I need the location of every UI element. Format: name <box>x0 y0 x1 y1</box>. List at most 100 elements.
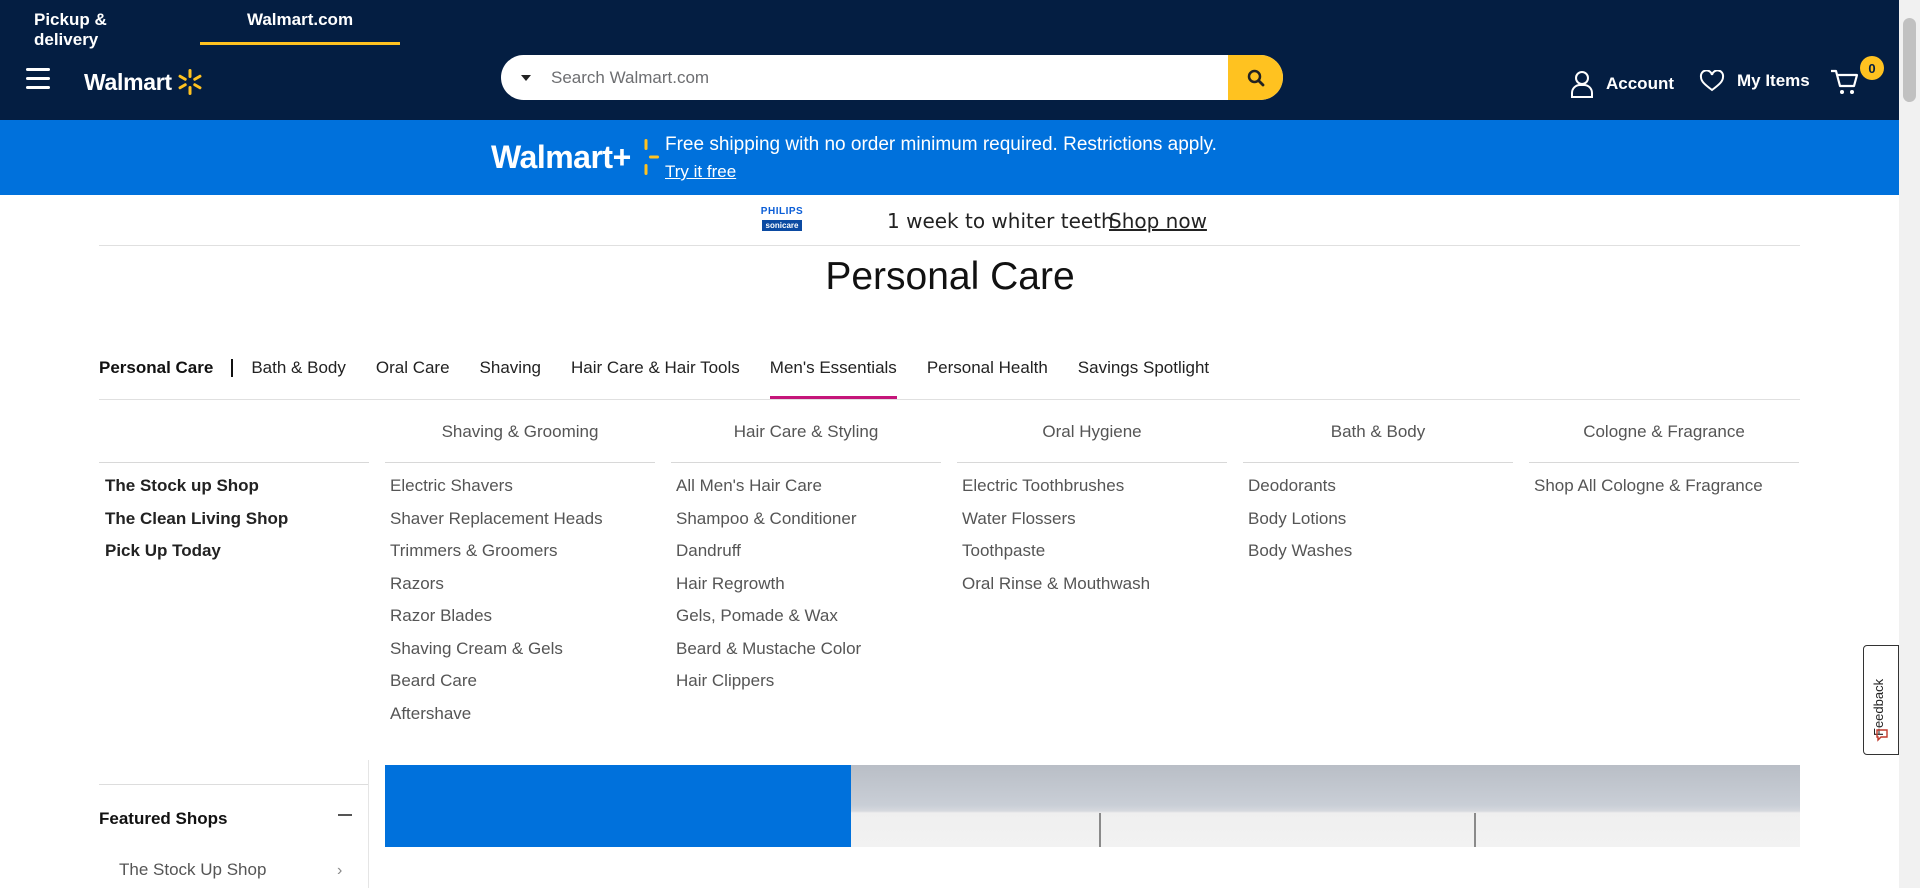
search-department-dropdown[interactable] <box>501 55 551 100</box>
column-heading-bath-body[interactable]: Bath & Body <box>1243 422 1513 442</box>
walmart-logo-text: Walmart <box>84 68 172 95</box>
menu-link[interactable]: Water Flossers <box>962 509 1150 542</box>
philips-sonicare-logo[interactable]: PHILIPS sonicare <box>759 206 805 240</box>
page-title: Personal Care <box>825 255 1075 298</box>
menu-link[interactable]: Electric Shavers <box>390 476 603 509</box>
menu-link[interactable]: Body Lotions <box>1248 509 1352 542</box>
column-divider <box>385 462 655 463</box>
category-nav-savings-spotlight[interactable]: Savings Spotlight <box>1078 358 1209 400</box>
column-heading-cologne-fragrance[interactable]: Cologne & Fragrance <box>1529 422 1799 442</box>
category-nav-personal-health[interactable]: Personal Health <box>927 358 1048 400</box>
menu-link[interactable]: Beard Care <box>390 671 603 704</box>
menu-link[interactable]: Beard & Mustache Color <box>676 639 861 672</box>
side-column-divider <box>99 462 369 463</box>
menu-link[interactable]: Toothpaste <box>962 541 1150 574</box>
feedback-tab[interactable]: Feedback <box>1863 645 1899 755</box>
ad-text: 1 week to whiter teeth <box>887 209 1114 233</box>
hero-banner-image[interactable] <box>851 765 1800 847</box>
column-heading-hair-care-styling[interactable]: Hair Care & Styling <box>671 422 941 442</box>
column-heading-oral-hygiene[interactable]: Oral Hygiene <box>957 422 1227 442</box>
menu-link[interactable]: Aftershave <box>390 704 603 737</box>
spark-icon <box>644 139 659 175</box>
chat-bubble-icon <box>1876 729 1888 742</box>
my-items-link[interactable]: My Items <box>1699 70 1810 92</box>
column-divider <box>1529 462 1799 463</box>
menu-link[interactable]: Gels, Pomade & Wax <box>676 606 861 639</box>
menu-link[interactable]: Razor Blades <box>390 606 603 639</box>
menu-link[interactable]: Dandruff <box>676 541 861 574</box>
menu-link[interactable]: Trimmers & Groomers <box>390 541 603 574</box>
category-nav-divider <box>99 399 1800 400</box>
account-link[interactable]: Account <box>1570 70 1674 98</box>
page-scrollbar[interactable] <box>1899 0 1920 888</box>
category-nav-oral-care[interactable]: Oral Care <box>376 358 450 400</box>
walmart-logo[interactable]: Walmart <box>84 68 204 96</box>
heart-icon <box>1699 70 1725 92</box>
side-link-stock-up-shop[interactable]: The Stock up Shop <box>105 476 288 509</box>
promo-message: Free shipping with no order minimum requ… <box>665 134 1217 155</box>
sidebar-divider <box>99 784 369 785</box>
menu-link[interactable]: Shampoo & Conditioner <box>676 509 861 542</box>
menu-link[interactable]: Shop All Cologne & Fragrance <box>1534 476 1763 509</box>
menu-link[interactable]: Hair Regrowth <box>676 574 861 607</box>
spark-icon <box>178 69 202 95</box>
category-nav-separator <box>231 359 234 377</box>
sidebar-item-stock-up-shop[interactable]: The Stock Up Shop <box>119 860 266 880</box>
account-icon <box>1571 71 1593 98</box>
menu-link[interactable]: Shaver Replacement Heads <box>390 509 603 542</box>
menu-link[interactable]: Body Washes <box>1248 541 1352 574</box>
search-bar <box>501 55 1283 100</box>
global-header: Pickup & delivery Walmart.com Walmart Se… <box>0 0 1899 120</box>
category-nav-mens-essentials[interactable]: Men's Essentials <box>769 358 897 400</box>
column-divider <box>957 462 1227 463</box>
column-list-bath-body: Deodorants Body Lotions Body Washes <box>1248 476 1352 574</box>
column-list-shaving-grooming: Electric Shavers Shaver Replacement Head… <box>390 476 603 736</box>
ad-divider <box>99 245 1800 246</box>
hamburger-menu-icon[interactable] <box>26 68 50 94</box>
column-divider <box>671 462 941 463</box>
featured-shops-heading[interactable]: Featured Shops <box>99 809 227 829</box>
menu-link[interactable]: Hair Clippers <box>676 671 861 704</box>
category-nav-shaving[interactable]: Shaving <box>480 358 541 400</box>
collapse-minus-icon[interactable] <box>338 814 352 816</box>
tab-pickup-delivery[interactable]: Pickup & delivery <box>0 0 200 49</box>
category-nav-bath-body[interactable]: Bath & Body <box>251 358 346 400</box>
search-icon <box>1247 69 1264 86</box>
sidebar-border <box>368 760 369 888</box>
hero-banner-panel[interactable] <box>385 765 851 847</box>
menu-link[interactable]: Shaving Cream & Gels <box>390 639 603 672</box>
menu-link[interactable]: Oral Rinse & Mouthwash <box>962 574 1150 607</box>
menu-link[interactable]: Electric Toothbrushes <box>962 476 1150 509</box>
column-list-cologne-fragrance: Shop All Cologne & Fragrance <box>1534 476 1763 509</box>
column-heading-shaving-grooming[interactable]: Shaving & Grooming <box>385 422 655 442</box>
column-divider <box>1243 462 1513 463</box>
column-list-oral-hygiene: Electric Toothbrushes Water Flossers Too… <box>962 476 1150 606</box>
walmart-plus-banner <box>0 120 1899 195</box>
search-input[interactable] <box>551 67 1228 88</box>
category-nav: Personal Care Bath & Body Oral Care Shav… <box>99 358 1239 400</box>
search-button[interactable] <box>1228 55 1283 100</box>
walmart-plus-logo: Walmart+ <box>491 137 659 177</box>
caret-down-icon <box>521 74 531 81</box>
cart-button[interactable] <box>1830 68 1860 101</box>
header-tabs: Pickup & delivery Walmart.com <box>0 0 400 49</box>
account-label: Account <box>1606 74 1674 93</box>
ad-shop-now-link[interactable]: Shop now <box>1109 209 1207 233</box>
cart-icon <box>1831 69 1859 94</box>
side-link-clean-living-shop[interactable]: The Clean Living Shop <box>105 509 288 542</box>
cart-count-badge: 0 <box>1860 56 1884 80</box>
column-list-hair-care-styling: All Men's Hair Care Shampoo & Conditione… <box>676 476 861 704</box>
category-nav-root[interactable]: Personal Care <box>99 358 213 378</box>
try-it-free-link[interactable]: Try it free <box>665 162 736 182</box>
menu-link[interactable]: Deodorants <box>1248 476 1352 509</box>
tab-walmart-com[interactable]: Walmart.com <box>200 0 400 45</box>
side-links: The Stock up Shop The Clean Living Shop … <box>105 476 288 574</box>
menu-link[interactable]: All Men's Hair Care <box>676 476 861 509</box>
ad-brand-line1: PHILIPS <box>760 206 804 217</box>
category-nav-hair-care[interactable]: Hair Care & Hair Tools <box>571 358 740 400</box>
ad-brand-line2: sonicare <box>761 220 803 231</box>
side-link-pick-up-today[interactable]: Pick Up Today <box>105 541 288 574</box>
my-items-label: My Items <box>1737 71 1810 90</box>
menu-link[interactable]: Razors <box>390 574 603 607</box>
scrollbar-thumb[interactable] <box>1903 18 1916 102</box>
